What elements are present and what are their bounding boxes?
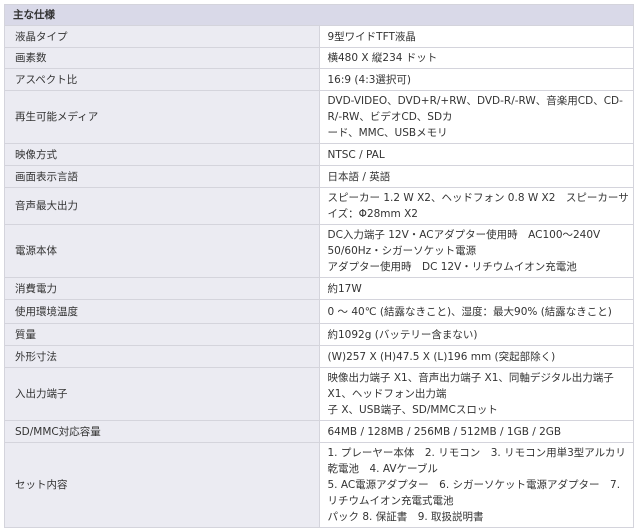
spec-value-line: 1. プレーヤー本体 2. リモコン 3. リモコン用単3型アルカリ乾電池 4.… bbox=[327, 447, 626, 475]
spec-value-line: 約17W bbox=[327, 282, 362, 295]
spec-label: SD/MMC対応容量 bbox=[4, 420, 320, 443]
spec-value: (W)257 X (H)47.5 X (L)196 mm (突起部除く) bbox=[318, 345, 634, 368]
spec-header-row: 主な仕様 bbox=[4, 4, 634, 26]
spec-value-line: ード、MMC、USBメモリ bbox=[327, 127, 448, 139]
spec-value-line: 9型ワイドTFT液晶 bbox=[327, 30, 416, 43]
spec-row: 音声最大出力 スピーカー 1.2 W X2、ヘッドフォン 0.8 W X2 スピー… bbox=[4, 187, 634, 225]
spec-value-line: アダプター使用時 DC 12V・リチウムイオン充電池 bbox=[327, 261, 577, 273]
spec-table-container: 主な仕様 液晶タイプ 9型ワイドTFT液晶 画素数 横480 X 縦234 ドット アス… bbox=[4, 4, 634, 528]
spec-value-line: (W)257 X (H)47.5 X (L)196 mm (突起部除く) bbox=[327, 350, 556, 363]
spec-value-line: 5. AC電源アダプター 6. シガーソケット電源アダプター 7. リチウムイオ… bbox=[327, 479, 621, 507]
spec-row: 使用環境温度 0 ～ 40℃ (結露なきこと)、湿度：最大90% (結露なきこと) bbox=[4, 299, 634, 324]
spec-value-line: 子 X、USB端子、SD/MMCスロット bbox=[327, 404, 498, 416]
spec-label: 液晶タイプ bbox=[4, 25, 320, 48]
spec-value-line: パック 8. 保証書 9. 取扱説明書 bbox=[327, 511, 484, 523]
spec-row: 質量 約1092g (バッテリー含まない) bbox=[4, 323, 634, 346]
spec-label: 再生可能メディア bbox=[4, 90, 320, 144]
spec-label: 映像方式 bbox=[4, 143, 320, 166]
spec-row: 電源本体 DC入力端子 12V・ACアダプター使用時 AC100～240V 50/… bbox=[4, 224, 634, 278]
spec-value: 横480 X 縦234 ドット bbox=[318, 47, 634, 69]
spec-row: アスペクト比 16:9 (4:3選択可) bbox=[4, 68, 634, 91]
spec-value: DC入力端子 12V・ACアダプター使用時 AC100～240V 50/60Hz… bbox=[318, 224, 634, 278]
spec-label: 画素数 bbox=[4, 47, 320, 69]
spec-header: 主な仕様 bbox=[4, 4, 634, 26]
spec-value: 映像出力端子 X1、音声出力端子 X1、同軸デジタル出力端子 X1、ヘッドフォン… bbox=[318, 367, 634, 421]
spec-value-line: 0 ～ 40℃ (結露なきこと)、湿度：最大90% (結露なきこと) bbox=[327, 305, 612, 318]
spec-label: 消費電力 bbox=[4, 277, 320, 300]
spec-value-line: 横480 X 縦234 ドット bbox=[327, 52, 438, 64]
spec-value-line: NTSC / PAL bbox=[327, 148, 385, 161]
spec-value: 日本語 / 英語 bbox=[318, 165, 634, 188]
spec-label: 外形寸法 bbox=[4, 345, 320, 368]
spec-value: スピーカー 1.2 W X2、ヘッドフォン 0.8 W X2 スピーカーサイズ：… bbox=[318, 187, 634, 225]
spec-row: 入出力端子 映像出力端子 X1、音声出力端子 X1、同軸デジタル出力端子 X1、ヘ… bbox=[4, 367, 634, 421]
spec-row: 映像方式 NTSC / PAL bbox=[4, 143, 634, 166]
spec-value: 1. プレーヤー本体 2. リモコン 3. リモコン用単3型アルカリ乾電池 4.… bbox=[318, 442, 634, 528]
spec-value-line: 約1092g (バッテリー含まない) bbox=[327, 328, 478, 341]
spec-row: セット内容 1. プレーヤー本体 2. リモコン 3. リモコン用単3型アルカリ乾… bbox=[4, 442, 634, 528]
spec-label: 入出力端子 bbox=[4, 367, 320, 421]
spec-value: 16:9 (4:3選択可) bbox=[318, 68, 634, 91]
spec-label: 画面表示言語 bbox=[4, 165, 320, 188]
spec-value: 約1092g (バッテリー含まない) bbox=[318, 323, 634, 346]
spec-table: 主な仕様 液晶タイプ 9型ワイドTFT液晶 画素数 横480 X 縦234 ドット アス… bbox=[4, 4, 634, 528]
spec-value-line: スピーカー 1.2 W X2、ヘッドフォン 0.8 W X2 スピーカーサイズ：… bbox=[327, 192, 629, 220]
spec-value: 0 ～ 40℃ (結露なきこと)、湿度：最大90% (結露なきこと) bbox=[318, 299, 634, 324]
spec-value: 約17W bbox=[318, 277, 634, 300]
spec-label: 音声最大出力 bbox=[4, 187, 320, 225]
spec-row: 外形寸法 (W)257 X (H)47.5 X (L)196 mm (突起部除く) bbox=[4, 345, 634, 368]
spec-row: 再生可能メディア DVD-VIDEO、DVD+R/+RW、DVD-R/-RW、音楽… bbox=[4, 90, 634, 144]
spec-value-line: 日本語 / 英語 bbox=[327, 170, 391, 183]
spec-value: 9型ワイドTFT液晶 bbox=[318, 25, 634, 48]
spec-value-line: 64MB / 128MB / 256MB / 512MB / 1GB / 2GB bbox=[327, 425, 562, 438]
spec-value: 64MB / 128MB / 256MB / 512MB / 1GB / 2GB bbox=[318, 420, 634, 443]
spec-label: 電源本体 bbox=[4, 224, 320, 278]
spec-row: 消費電力 約17W bbox=[4, 277, 634, 300]
spec-label: セット内容 bbox=[4, 442, 320, 528]
spec-value: NTSC / PAL bbox=[318, 143, 634, 166]
spec-row: 液晶タイプ 9型ワイドTFT液晶 bbox=[4, 25, 634, 48]
spec-value-line: DC入力端子 12V・ACアダプター使用時 AC100～240V 50/60Hz… bbox=[327, 229, 601, 257]
spec-label: 質量 bbox=[4, 323, 320, 346]
spec-value-line: DVD-VIDEO、DVD+R/+RW、DVD-R/-RW、音楽用CD、CD-R… bbox=[327, 95, 623, 123]
spec-row: SD/MMC対応容量 64MB / 128MB / 256MB / 512MB /… bbox=[4, 420, 634, 443]
spec-row: 画面表示言語 日本語 / 英語 bbox=[4, 165, 634, 188]
spec-value-line: 16:9 (4:3選択可) bbox=[327, 73, 412, 86]
spec-value-line: 映像出力端子 X1、音声出力端子 X1、同軸デジタル出力端子 X1、ヘッドフォン… bbox=[327, 372, 614, 400]
spec-label: アスペクト比 bbox=[4, 68, 320, 91]
spec-row: 画素数 横480 X 縦234 ドット bbox=[4, 47, 634, 69]
spec-label: 使用環境温度 bbox=[4, 299, 320, 324]
spec-value: DVD-VIDEO、DVD+R/+RW、DVD-R/-RW、音楽用CD、CD-R… bbox=[318, 90, 634, 144]
